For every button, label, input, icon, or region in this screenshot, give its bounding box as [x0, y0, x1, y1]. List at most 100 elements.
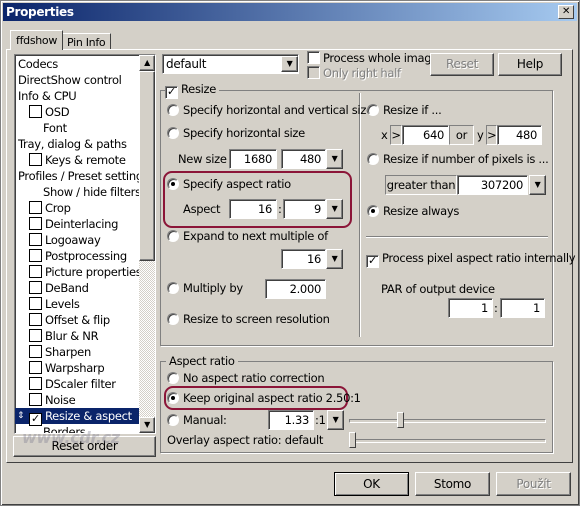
tree-item-checkbox[interactable]: [29, 233, 42, 246]
radio-manual-aspect[interactable]: Manual:: [167, 413, 227, 427]
tree-item[interactable]: ⇕ ✓ Resize & aspect: [15, 408, 140, 426]
filter-tree[interactable]: Codecs DirectShow control Info & CPU OSD Fon…: [14, 54, 156, 434]
tree-item[interactable]: DirectShow control: [15, 72, 140, 88]
resize-if-y-input[interactable]: 480: [497, 125, 542, 145]
tree-item[interactable]: Codecs: [15, 56, 140, 72]
manual-aspect-slider[interactable]: [349, 419, 546, 423]
tree-item-checkbox[interactable]: [29, 313, 42, 326]
tree-item-checkbox[interactable]: [29, 361, 42, 374]
tree-item-label: Show / hide filters: [43, 185, 141, 199]
tree-item[interactable]: Deinterlacing: [15, 216, 140, 232]
par-y-input[interactable]: 1: [500, 298, 545, 318]
manual-aspect-dropdown[interactable]: ▼: [327, 410, 344, 430]
par-x-input[interactable]: 1: [448, 298, 493, 318]
radio-keep-original-aspect[interactable]: Keep original aspect ratio 2.50:1: [167, 391, 361, 405]
tree-item[interactable]: Blur & NR: [15, 328, 140, 344]
tree-item-label: Codecs: [18, 57, 58, 71]
tree-item-label: Logoaway: [45, 233, 101, 247]
pixels-comparator[interactable]: greater than: [385, 175, 457, 195]
preset-combo[interactable]: default: [162, 54, 299, 74]
tree-item-checkbox[interactable]: [29, 281, 42, 294]
tab-pin-info[interactable]: Pin Info: [61, 33, 112, 50]
aspect-y-input[interactable]: 9: [283, 199, 326, 219]
help-button[interactable]: Help: [498, 53, 562, 76]
close-button[interactable]: ✕: [558, 5, 574, 19]
expand-multiple-dropdown[interactable]: ▼: [326, 249, 343, 269]
resize-if-x-input[interactable]: 640: [402, 125, 449, 145]
only-right-half-checkbox[interactable]: Only right half: [307, 66, 401, 80]
pixels-dropdown[interactable]: ▼: [529, 175, 546, 195]
y-comparator[interactable]: >: [486, 125, 497, 145]
tree-item[interactable]: Crop: [15, 200, 140, 216]
divider: [359, 93, 361, 337]
ok-button[interactable]: OK: [334, 472, 409, 496]
manual-aspect-input[interactable]: 1.33: [268, 410, 314, 430]
tree-item-checkbox[interactable]: [29, 249, 42, 262]
cancel-button[interactable]: Stomo: [415, 472, 490, 496]
tree-item[interactable]: Warpsharp: [15, 360, 140, 376]
tree-item-checkbox[interactable]: [29, 265, 42, 278]
scroll-thumb[interactable]: [139, 71, 155, 261]
radio-specify-hv-size[interactable]: Specify horizontal and vertical size: [167, 103, 373, 117]
tree-item-checkbox[interactable]: [29, 329, 42, 342]
process-par-checkbox[interactable]: ✓ Process pixel aspect ratio internally: [366, 251, 576, 268]
tree-item[interactable]: Offset & flip: [15, 312, 140, 328]
tree-item[interactable]: Tray, dialog & paths: [15, 136, 140, 152]
radio-resize-always[interactable]: Resize always: [367, 204, 459, 218]
tree-item[interactable]: Sharpen: [15, 344, 140, 360]
tree-item[interactable]: Postprocessing: [15, 248, 140, 264]
tree-item-checkbox[interactable]: [29, 217, 42, 230]
radio-resize-if-pixels[interactable]: Resize if number of pixels is ...: [367, 152, 549, 166]
tree-item[interactable]: Font: [15, 120, 140, 136]
new-width-input[interactable]: 1680: [229, 149, 277, 169]
manual-aspect-slider-thumb[interactable]: [396, 412, 404, 428]
radio-specify-h-size[interactable]: Specify horizontal size: [167, 126, 305, 140]
overlay-aspect-slider[interactable]: [349, 439, 546, 443]
tree-item-checkbox[interactable]: [29, 377, 42, 390]
scroll-up-button[interactable]: ▲: [139, 55, 155, 71]
tree-item-checkbox[interactable]: [29, 345, 42, 358]
reorder-icon[interactable]: ⇕: [17, 408, 25, 424]
tree-item[interactable]: Info & CPU: [15, 88, 140, 104]
resize-checkbox[interactable]: ✓ Resize: [165, 82, 220, 99]
tree-item-checkbox[interactable]: [29, 201, 42, 214]
pixels-input[interactable]: 307200: [457, 175, 528, 195]
x-comparator[interactable]: >: [390, 125, 402, 145]
or-label: or: [449, 125, 474, 145]
new-height-dropdown[interactable]: ▼: [326, 149, 343, 169]
expand-multiple-input[interactable]: 16: [281, 249, 326, 269]
apply-button[interactable]: Použít: [496, 472, 571, 496]
radio-no-aspect-correction[interactable]: No aspect ratio correction: [167, 371, 325, 385]
tree-item[interactable]: Keys & remote: [15, 152, 140, 168]
radio-expand-multiple[interactable]: Expand to next multiple of: [167, 229, 328, 243]
scroll-down-button[interactable]: ▼: [139, 417, 155, 433]
radio-resize-if[interactable]: Resize if ...: [367, 103, 442, 117]
tab-ffdshow[interactable]: ffdshow: [10, 30, 64, 50]
radio-multiply-by[interactable]: Multiply by: [167, 281, 243, 295]
tree-item[interactable]: Profiles / Preset settings: [15, 168, 149, 184]
reset-button[interactable]: Reset: [430, 53, 494, 76]
tree-item[interactable]: Noise: [15, 392, 140, 408]
multiply-input[interactable]: 2.000: [265, 279, 326, 299]
tree-item-checkbox[interactable]: [29, 297, 42, 310]
radio-specify-aspect-ratio[interactable]: Specify aspect ratio: [167, 177, 291, 191]
overlay-aspect-slider-thumb[interactable]: [349, 432, 356, 448]
tree-item[interactable]: Show / hide filters: [15, 184, 141, 200]
tree-item[interactable]: DScaler filter: [15, 376, 140, 392]
tree-item[interactable]: OSD: [15, 104, 140, 120]
tree-item-label: Tray, dialog & paths: [18, 137, 127, 151]
tree-item-checkbox[interactable]: [29, 153, 42, 166]
tree-item-checkbox[interactable]: [29, 105, 42, 118]
tree-item[interactable]: Picture properties: [15, 264, 142, 280]
radio-resize-screen[interactable]: Resize to screen resolution: [167, 312, 330, 326]
new-height-input[interactable]: 480: [281, 149, 326, 169]
tree-item[interactable]: DeBand: [15, 280, 140, 296]
tree-item[interactable]: Logoaway: [15, 232, 140, 248]
process-whole-image-checkbox[interactable]: Process whole image: [307, 51, 438, 65]
preset-dropdown-button[interactable]: ▼: [281, 56, 298, 72]
aspect-x-input[interactable]: 16: [229, 199, 277, 219]
aspect-y-dropdown[interactable]: ▼: [326, 199, 343, 219]
tree-item-checkbox[interactable]: [29, 393, 42, 406]
tree-scrollbar[interactable]: ▲ ▼: [139, 55, 155, 433]
tree-item[interactable]: Levels: [15, 296, 140, 312]
